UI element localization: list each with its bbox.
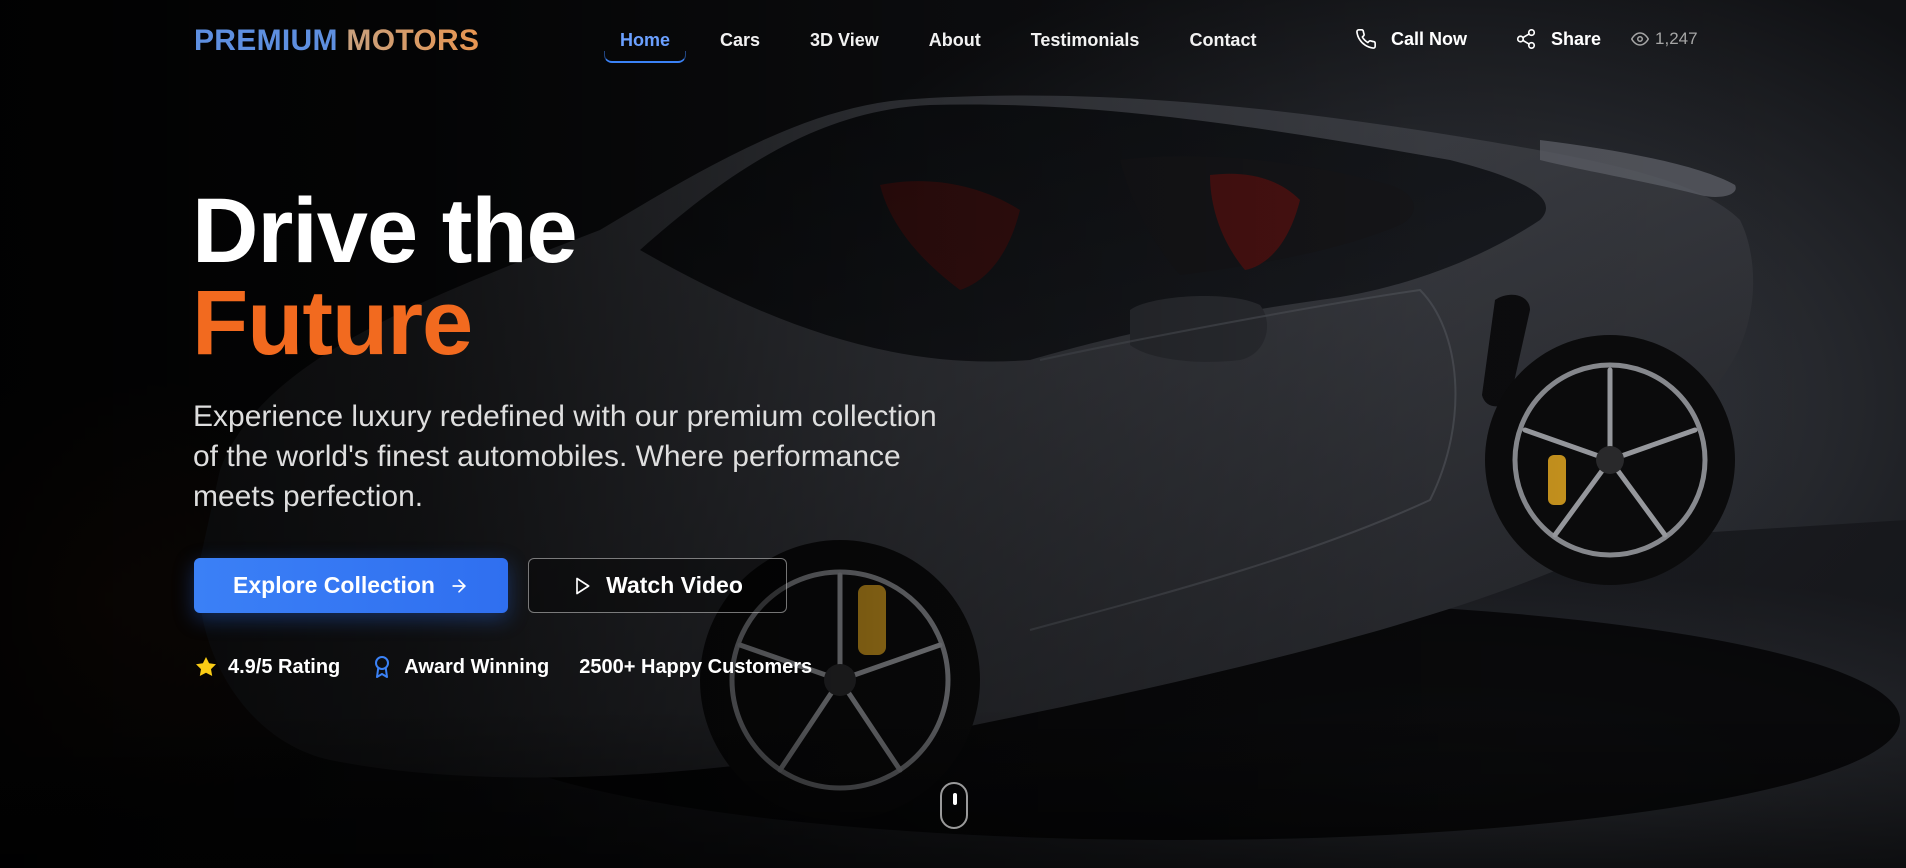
nav-item-testimonials[interactable]: Testimonials xyxy=(1015,26,1156,63)
stat-rating-label: 4.9/5 Rating xyxy=(228,655,341,678)
view-counter: 1,247 xyxy=(1631,29,1698,49)
nav-actions: Call Now Share 1,247 xyxy=(1355,28,1698,50)
nav-item-cars[interactable]: Cars xyxy=(704,26,776,63)
play-icon xyxy=(576,577,590,594)
hero-stats: 4.9/5 Rating Award Winning 2500+ Happy C… xyxy=(194,655,842,679)
award-icon xyxy=(375,656,390,678)
share-label: Share xyxy=(1551,28,1602,49)
hero-subtitle: Experience luxury redefined with our pre… xyxy=(193,400,937,513)
explore-collection-button[interactable]: Explore Collection xyxy=(194,558,508,613)
watch-video-label: Watch Video xyxy=(606,572,743,598)
brand-word-premium: PREMIUM xyxy=(194,24,338,57)
phone-icon xyxy=(1356,29,1376,49)
nav-item-contact[interactable]: Contact xyxy=(1173,26,1272,63)
explore-collection-label: Explore Collection xyxy=(233,572,435,598)
headline-line-2: Future xyxy=(192,272,473,374)
share-icon xyxy=(1516,29,1536,49)
eye-icon xyxy=(1631,32,1650,46)
stat-award-label: Award Winning xyxy=(404,655,550,678)
nav-item-about[interactable]: About xyxy=(913,26,997,63)
nav-item-3d-view[interactable]: 3D View xyxy=(794,26,895,63)
scroll-wheel-dot xyxy=(953,793,957,805)
hero-headline: Drive the Future xyxy=(192,180,578,374)
stat-customers-label: 2500+ Happy Customers xyxy=(579,655,813,678)
nav-links: Home Cars 3D View About Testimonials Con… xyxy=(604,26,1290,63)
star-icon xyxy=(196,657,216,676)
mouse-scroll-icon[interactable] xyxy=(940,782,968,829)
brand-logo[interactable]: PREMIUM MOTORS xyxy=(194,24,479,58)
nav-item-home[interactable]: Home xyxy=(604,26,687,63)
watch-video-button[interactable]: Watch Video xyxy=(528,558,787,613)
share-button[interactable]: Share xyxy=(1515,28,1601,50)
navbar: PREMIUM MOTORS Home Cars 3D View About T… xyxy=(0,0,1906,82)
stat-customers: 2500+ Happy Customers xyxy=(579,656,812,679)
view-count: 1,247 xyxy=(1655,29,1698,48)
stat-rating: 4.9/5 Rating xyxy=(194,655,340,679)
headline-line-1: Drive the xyxy=(192,180,578,282)
brand-word-motors: MOTORS xyxy=(346,24,480,57)
call-now-button[interactable]: Call Now xyxy=(1355,28,1467,50)
call-now-label: Call Now xyxy=(1391,28,1468,49)
arrow-right-icon xyxy=(452,578,466,593)
stat-award: Award Winning xyxy=(370,655,549,679)
